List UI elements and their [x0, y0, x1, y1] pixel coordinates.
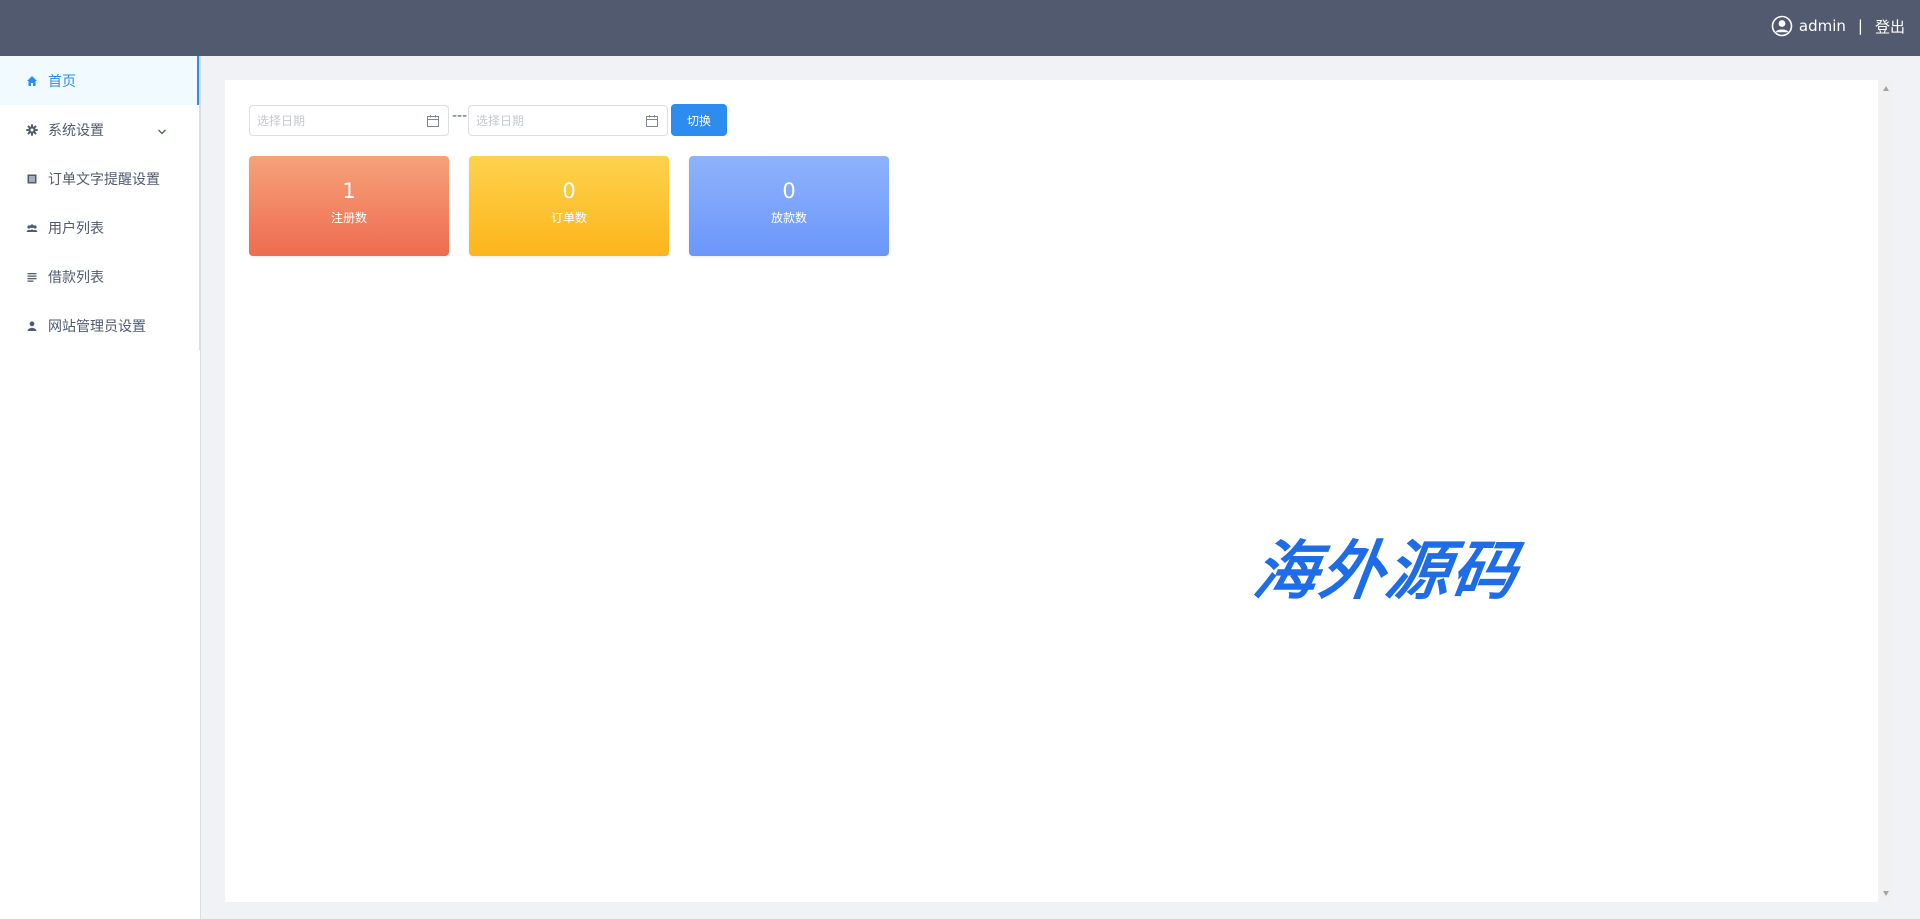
- start-date-input[interactable]: [249, 105, 449, 136]
- user-circle-icon[interactable]: [1771, 15, 1793, 37]
- sidebar-item-label: 订单文字提醒设置: [48, 171, 160, 188]
- gear-icon: [26, 123, 38, 136]
- sidebar-item-system-settings[interactable]: 系统设置: [0, 105, 199, 154]
- watermark-logo: 海外源码: [1248, 534, 1524, 609]
- sidebar-item-loan-list[interactable]: 借款列表: [0, 252, 199, 301]
- top-bar: admin | 登出: [0, 0, 1920, 56]
- sidebar-item-home[interactable]: 首页: [0, 56, 199, 105]
- home-icon: [26, 75, 38, 87]
- stat-value: 0: [562, 179, 576, 203]
- date-range-separator: ---: [452, 108, 468, 124]
- stat-label: 放款数: [770, 211, 807, 225]
- logout-link[interactable]: 登出: [1875, 16, 1905, 37]
- calendar-icon: [426, 113, 440, 127]
- scroll-down-icon[interactable]: [1883, 891, 1889, 896]
- users-icon: [26, 222, 38, 234]
- stat-value: 0: [782, 179, 796, 203]
- chevron-down-icon: [157, 125, 167, 135]
- sidebar-item-label: 借款列表: [48, 269, 104, 286]
- sidebar-item-admin-settings[interactable]: 网站管理员设置: [0, 301, 199, 350]
- scroll-up-icon[interactable]: [1883, 86, 1889, 91]
- sidebar-item-label: 网站管理员设置: [48, 318, 146, 335]
- calendar-icon: [645, 113, 659, 127]
- sidebar-item-label: 首页: [48, 73, 76, 90]
- sidebar-item-label: 系统设置: [48, 122, 104, 139]
- end-date-input[interactable]: [468, 105, 668, 136]
- stat-card-loans: 0 放款数: [689, 156, 889, 256]
- stat-value: 1: [342, 179, 356, 203]
- sidebar-menu: 首页 系统设置 订单文字提醒设置 用户列表 借款列表 网站管理员设置: [0, 56, 200, 350]
- header-separator: |: [1857, 17, 1863, 35]
- sidebar-item-label: 用户列表: [48, 220, 104, 237]
- sidebar-item-user-list[interactable]: 用户列表: [0, 203, 199, 252]
- stat-label: 注册数: [330, 211, 367, 225]
- sidebar: 首页 系统设置 订单文字提醒设置 用户列表 借款列表 网站管理员设置: [0, 56, 201, 919]
- stat-card-registrations: 1 注册数: [249, 156, 449, 256]
- user-icon: [26, 320, 38, 332]
- stat-label: 订单数: [550, 211, 587, 225]
- document-icon: [26, 173, 38, 185]
- stat-card-orders: 0 订单数: [469, 156, 669, 256]
- user-area: admin | 登出: [1771, 0, 1905, 52]
- username[interactable]: admin: [1799, 17, 1846, 35]
- list-icon: [26, 271, 38, 283]
- switch-button[interactable]: 切换: [671, 104, 727, 136]
- vertical-scrollbar[interactable]: [1880, 80, 1892, 902]
- sidebar-item-order-reminder[interactable]: 订单文字提醒设置: [0, 154, 199, 203]
